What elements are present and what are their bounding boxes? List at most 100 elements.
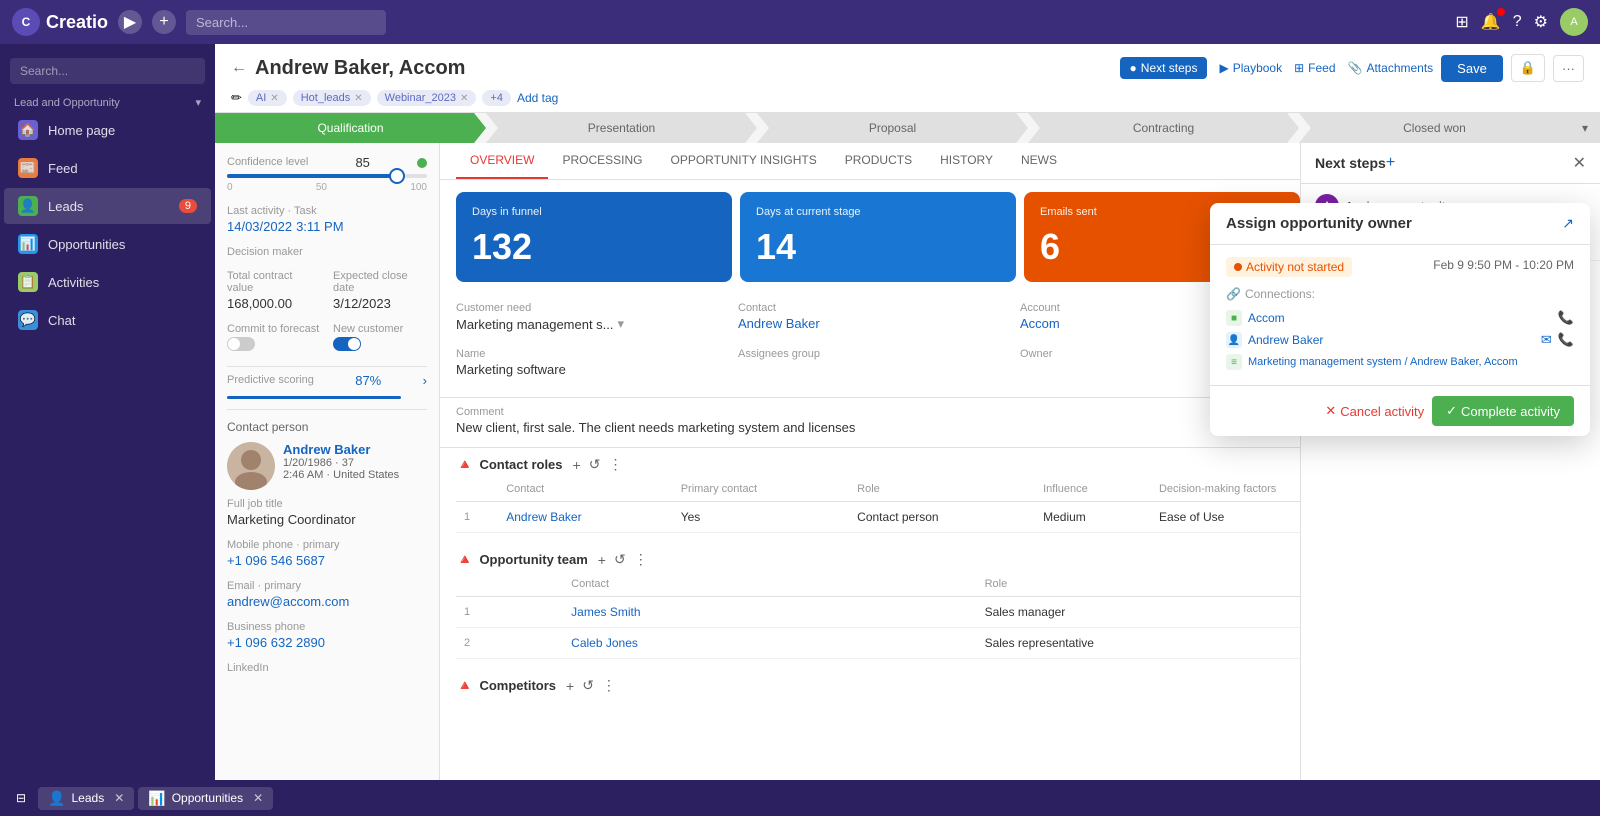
home-icon: 🏠 xyxy=(18,120,38,140)
opp-team-add[interactable]: + xyxy=(598,552,606,568)
activity-time: Feb 9 9:50 PM - 10:20 PM xyxy=(1433,258,1574,272)
opp-team-refresh[interactable]: ↺ xyxy=(614,551,626,568)
grid-icon[interactable]: ⊞ xyxy=(1455,12,1468,32)
tab-processing[interactable]: PROCESSING xyxy=(548,143,656,179)
commit-toggle[interactable] xyxy=(227,337,255,351)
taskbar-leads-close[interactable]: ✕ xyxy=(114,791,124,805)
next-steps-add-button[interactable]: + xyxy=(1386,154,1395,172)
settings-icon[interactable]: ⚙ xyxy=(1534,12,1548,32)
tag-more[interactable]: +4 xyxy=(482,90,511,106)
sidebar-item-opportunities[interactable]: 📊 Opportunities xyxy=(4,226,211,262)
cancel-activity-button[interactable]: ✕ Cancel activity xyxy=(1325,396,1424,426)
last-activity-time[interactable]: 3:11 PM xyxy=(296,219,343,234)
confidence-slider[interactable] xyxy=(227,174,427,178)
contact-name[interactable]: Andrew Baker xyxy=(283,442,399,457)
last-activity-date[interactable]: 14/03/2022 xyxy=(227,219,292,234)
new-customer-toggle[interactable] xyxy=(333,337,361,351)
tag-hot-leads-remove[interactable]: ✕ xyxy=(354,93,362,104)
lock-button[interactable]: 🔒 xyxy=(1511,54,1545,82)
confidence-label: Confidence level xyxy=(227,156,308,168)
taskbar-opportunities[interactable]: 📊 Opportunities ✕ xyxy=(138,787,273,810)
link-icon: 🔗 xyxy=(1226,287,1241,301)
sidebar-item-home[interactable]: 🏠 Home page xyxy=(4,112,211,148)
opp-team-more[interactable]: ⋮ xyxy=(634,551,648,568)
bell-icon[interactable]: 🔔 xyxy=(1481,12,1501,32)
add-tag-button[interactable]: Add tag xyxy=(517,91,558,105)
row-contact[interactable]: Andrew Baker xyxy=(498,502,672,533)
job-title-value: Marketing Coordinator xyxy=(227,512,427,527)
edit-icon[interactable]: ✏ xyxy=(231,90,242,106)
attachments-button[interactable]: 📎 Attachments xyxy=(1348,61,1434,75)
business-phone-value[interactable]: +1 096 632 2890 xyxy=(227,635,427,650)
complete-activity-button[interactable]: ✓ Complete activity xyxy=(1432,396,1574,426)
taskbar-opportunities-close[interactable]: ✕ xyxy=(253,791,263,805)
connection-andrew[interactable]: 👤 Andrew Baker ✉ 📞 xyxy=(1226,329,1574,351)
taskbar-leads[interactable]: 👤 Leads ✕ xyxy=(38,787,134,810)
competitors-icon: 🔺 xyxy=(456,677,473,694)
connection-marketing[interactable]: ≡ Marketing management system / Andrew B… xyxy=(1226,351,1574,373)
taskbar-toggle[interactable]: ⊟ xyxy=(8,787,34,809)
connection-accom[interactable]: ■ Accom 📞 xyxy=(1226,307,1574,329)
name-label: Name xyxy=(456,348,738,360)
help-icon[interactable]: ? xyxy=(1513,13,1522,31)
opp-team-icon: 🔺 xyxy=(456,551,473,568)
app-logo: C Creatio xyxy=(12,8,108,36)
competitors-more[interactable]: ⋮ xyxy=(602,677,616,694)
sidebar-item-chat[interactable]: 💬 Chat xyxy=(4,302,211,338)
tag-ai-remove[interactable]: ✕ xyxy=(270,93,278,104)
sidebar-item-activities[interactable]: 📋 Activities xyxy=(4,264,211,300)
stage-presentation[interactable]: Presentation xyxy=(486,113,757,143)
accom-phone[interactable]: 📞 xyxy=(1558,310,1574,326)
nav-play-button[interactable]: ▶ xyxy=(118,10,142,34)
more-button[interactable]: ··· xyxy=(1553,55,1584,82)
sidebar-item-label: Chat xyxy=(48,313,75,328)
row-contact[interactable]: Caleb Jones xyxy=(563,628,976,659)
tab-insights[interactable]: OPPORTUNITY INSIGHTS xyxy=(656,143,830,179)
tab-news[interactable]: NEWS xyxy=(1007,143,1071,179)
next-steps-button[interactable]: ● Next steps xyxy=(1120,57,1208,79)
competitors-refresh[interactable]: ↺ xyxy=(582,677,594,694)
andrew-phone[interactable]: 📞 xyxy=(1558,332,1574,348)
sidebar-item-leads[interactable]: 👤 Leads 9 xyxy=(4,188,211,224)
row-contact[interactable]: James Smith xyxy=(563,597,976,628)
new-customer-group: New customer xyxy=(333,323,427,354)
user-avatar[interactable]: A xyxy=(1560,8,1588,36)
next-steps-close-button[interactable]: ✕ xyxy=(1573,153,1586,173)
tab-products[interactable]: PRODUCTS xyxy=(831,143,926,179)
decision-maker-group: Decision maker xyxy=(227,246,427,258)
stage-dropdown[interactable]: ▾ xyxy=(1570,113,1600,143)
sidebar-item-feed[interactable]: 📰 Feed xyxy=(4,150,211,186)
predictive-scoring[interactable]: Predictive scoring 87% › xyxy=(227,366,427,394)
sidebar-section-lead[interactable]: Lead and Opportunity ▾ xyxy=(0,90,215,111)
competitors-add[interactable]: + xyxy=(566,678,574,694)
email-label: Email · primary xyxy=(227,580,427,592)
contact-roles-more[interactable]: ⋮ xyxy=(608,456,622,473)
save-button[interactable]: Save xyxy=(1441,55,1503,82)
tab-overview[interactable]: OVERVIEW xyxy=(456,143,548,179)
stage-contracting[interactable]: Contracting xyxy=(1028,113,1299,143)
expected-close-group: Expected close date 3/12/2023 xyxy=(333,270,427,311)
assign-popup-external-link[interactable]: ↗ xyxy=(1562,215,1574,232)
stage-closed-won[interactable]: Closed won xyxy=(1299,113,1570,143)
back-button[interactable]: ← xyxy=(231,59,247,77)
nav-add-button[interactable]: + xyxy=(152,10,176,34)
contact-roles-add[interactable]: + xyxy=(573,457,581,473)
nav-search-input[interactable] xyxy=(186,10,386,35)
contact-value[interactable]: Andrew Baker xyxy=(738,316,1020,331)
feed-button[interactable]: ⊞ Feed xyxy=(1294,61,1335,75)
contact-roles-actions: + ↺ ⋮ xyxy=(573,456,623,473)
customer-need-dropdown-icon[interactable]: ▾ xyxy=(618,316,625,332)
playbook-button[interactable]: ▶ Playbook xyxy=(1219,61,1282,75)
mobile-value[interactable]: +1 096 546 5687 xyxy=(227,553,427,568)
andrew-email[interactable]: ✉ xyxy=(1541,332,1552,348)
contact-person-title: Contact person xyxy=(227,420,427,434)
tab-history[interactable]: HISTORY xyxy=(926,143,1007,179)
email-value[interactable]: andrew@accom.com xyxy=(227,594,427,609)
activities-icon: 📋 xyxy=(18,272,38,292)
tag-webinar-remove[interactable]: ✕ xyxy=(460,93,468,104)
stage-qualification[interactable]: Qualification xyxy=(215,113,486,143)
contact-roles-refresh[interactable]: ↺ xyxy=(589,456,601,473)
stage-proposal[interactable]: Proposal xyxy=(757,113,1028,143)
mobile-label: Mobile phone · primary xyxy=(227,539,427,551)
sidebar-search-input[interactable] xyxy=(10,58,205,84)
